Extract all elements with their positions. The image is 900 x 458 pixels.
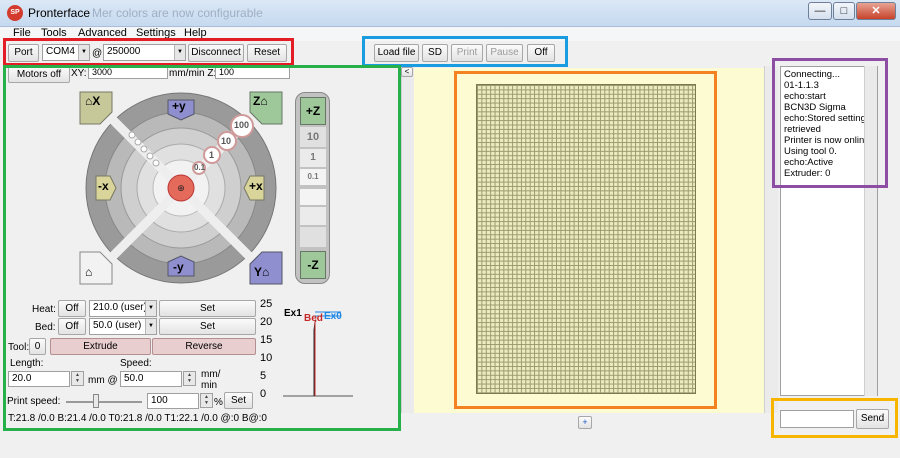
panel-splitter[interactable] (401, 66, 414, 413)
pronterface-logo-icon: SP (7, 5, 23, 21)
preview-highlight (454, 71, 717, 409)
console-highlight (772, 58, 888, 188)
file-controls-highlight (362, 36, 568, 67)
connection-highlight (3, 38, 294, 66)
close-button[interactable]: ✕ (856, 2, 896, 20)
ghost-overlay-text: Mer colors are now configurable (92, 6, 263, 20)
collapse-button[interactable]: < (401, 67, 413, 77)
minimize-button[interactable]: — (808, 2, 832, 20)
title-bar: SP Pronterface Mer colors are now config… (0, 0, 900, 27)
printer-controls-highlight (3, 65, 401, 431)
maximize-button[interactable]: □ (833, 2, 855, 20)
window-title: Pronterface (28, 6, 91, 20)
add-layer-button[interactable]: + (578, 416, 592, 429)
send-highlight (771, 398, 898, 438)
